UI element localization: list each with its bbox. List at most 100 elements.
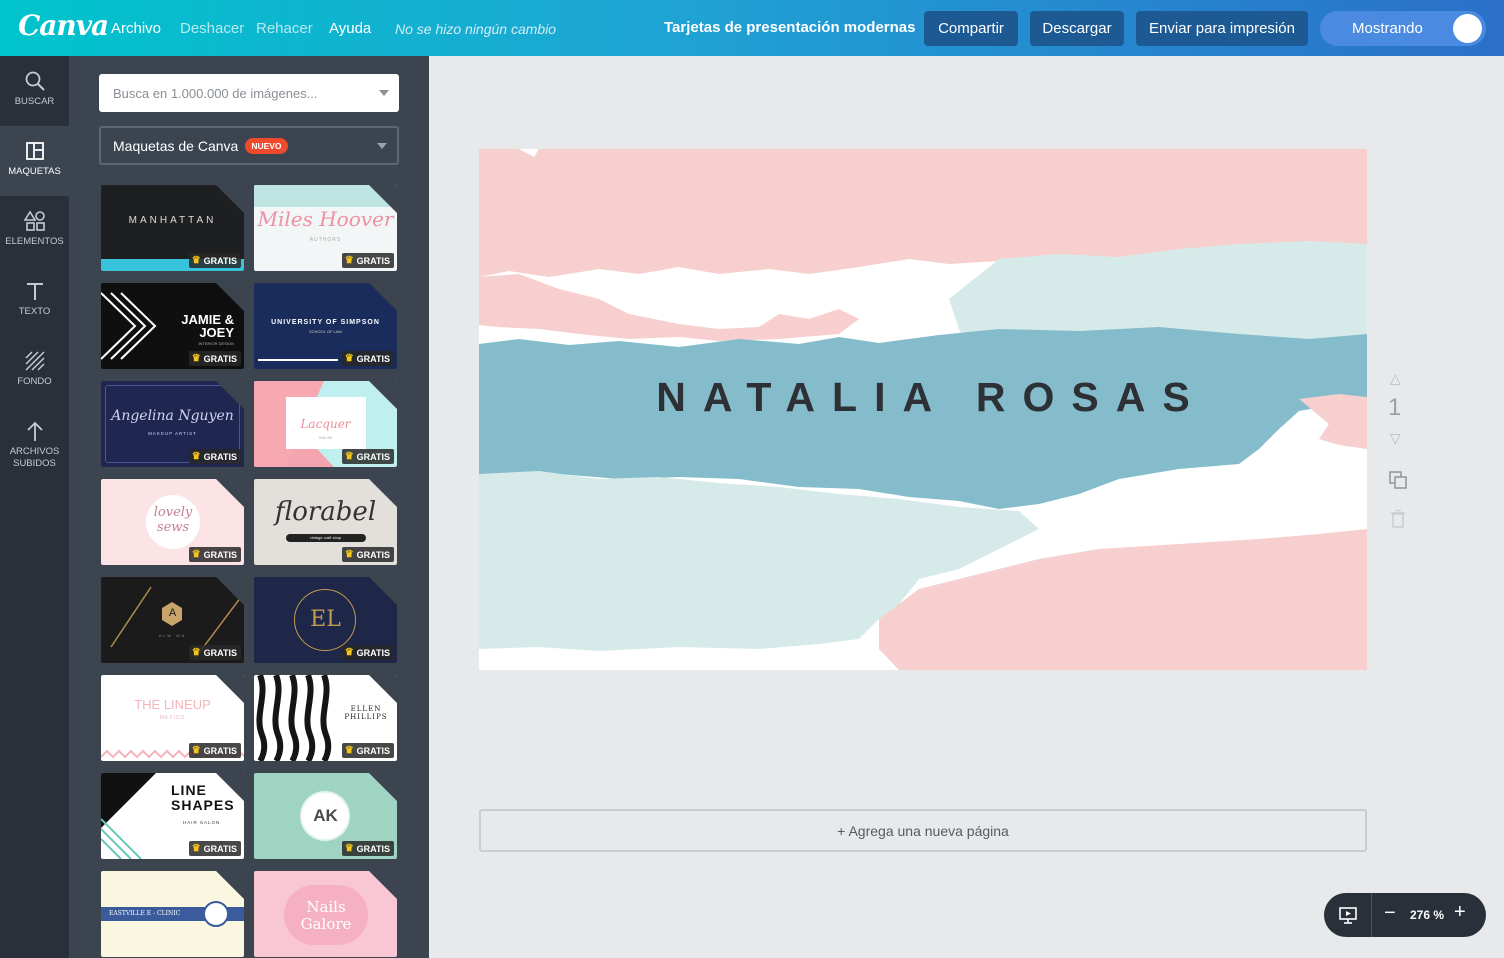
crown-icon: ♛ bbox=[191, 353, 201, 364]
free-badge: ♛ GRATIS bbox=[188, 547, 241, 562]
zoom-in-button[interactable]: + bbox=[1454, 901, 1466, 924]
template-subtitle: SCHOOL OF LAW bbox=[308, 329, 343, 334]
template-card[interactable]: A ALW MA ♛ GRATIS bbox=[101, 577, 244, 663]
free-badge: ♛ GRATIS bbox=[188, 841, 241, 856]
page-fold bbox=[216, 185, 244, 213]
page-fold bbox=[216, 871, 244, 899]
free-badge: ♛ GRATIS bbox=[341, 351, 394, 366]
template-subtitle: vintage craft shop bbox=[309, 535, 342, 540]
menu-help[interactable]: Ayuda bbox=[329, 20, 371, 37]
page-down-icon[interactable]: ▽ bbox=[1390, 430, 1401, 447]
menu-undo[interactable]: Deshacer bbox=[180, 20, 244, 37]
page-fold bbox=[369, 185, 397, 213]
layouts-icon bbox=[25, 142, 44, 160]
free-badge: ♛ GRATIS bbox=[188, 645, 241, 660]
chevron-down-icon[interactable] bbox=[379, 90, 389, 96]
page-fold bbox=[216, 381, 244, 409]
template-card[interactable]: Angelina Nguyen MAKEUP ARTIST ♛ GRATIS bbox=[101, 381, 244, 467]
page-fold bbox=[369, 773, 397, 801]
template-card[interactable]: AK ♛ GRATIS bbox=[254, 773, 397, 859]
page-fold bbox=[369, 283, 397, 311]
crown-icon: ♛ bbox=[344, 451, 354, 462]
template-subtitle: AUTHORS bbox=[309, 237, 342, 243]
template-subtitle: INTERIOR DESIGN bbox=[198, 341, 234, 346]
rail-label: MAQUETAS bbox=[8, 166, 61, 177]
document-title[interactable]: Tarjetas de presentación modernas bbox=[664, 19, 915, 36]
toggle-knob bbox=[1453, 14, 1482, 43]
search-icon bbox=[25, 71, 45, 91]
template-card[interactable]: Miles Hoover AUTHORS ♛ GRATIS bbox=[254, 185, 397, 271]
crown-icon: ♛ bbox=[191, 255, 201, 266]
new-badge: NUEVO bbox=[245, 137, 288, 154]
template-title: EASTVILLE E - CLINIC bbox=[109, 910, 181, 917]
crown-icon: ♛ bbox=[344, 255, 354, 266]
card-name-text[interactable]: NATALIA ROSAS bbox=[479, 149, 1367, 658]
page-up-icon[interactable]: △ bbox=[1390, 370, 1401, 387]
zoom-out-button[interactable]: − bbox=[1384, 902, 1396, 925]
template-card[interactable]: EL ♛ GRATIS bbox=[254, 577, 397, 663]
page-fold bbox=[216, 773, 244, 801]
left-rail: BUSCAR MAQUETAS ELEMENTOS TEXTO FONDO AR… bbox=[0, 56, 69, 958]
template-card[interactable]: Nails Galore bbox=[254, 871, 397, 957]
rail-item-text[interactable]: TEXTO bbox=[0, 266, 69, 336]
print-button[interactable]: Enviar para impresión bbox=[1136, 11, 1308, 46]
rail-label: BUSCAR bbox=[14, 96, 55, 107]
rail-item-uploads[interactable]: ARCHIVOS SUBIDOS bbox=[0, 406, 69, 486]
template-card[interactable]: Lacquer SALON ♛ GRATIS bbox=[254, 381, 397, 467]
download-button[interactable]: Descargar bbox=[1030, 11, 1124, 46]
page-fold bbox=[216, 283, 244, 311]
rail-label: ARCHIVOS SUBIDOS bbox=[9, 446, 60, 469]
rail-item-layouts[interactable]: MAQUETAS bbox=[0, 126, 69, 196]
template-card[interactable]: florabel vintage craft shop ♛ GRATIS bbox=[254, 479, 397, 565]
template-title: Lacquer bbox=[300, 417, 351, 431]
crown-icon: ♛ bbox=[191, 745, 201, 756]
template-card[interactable]: LINE SHAPES HAIR SALON ♛ GRATIS bbox=[101, 773, 244, 859]
free-badge: ♛ GRATIS bbox=[188, 743, 241, 758]
template-card[interactable]: MANHATTAN ♛ GRATIS bbox=[101, 185, 244, 271]
upload-icon bbox=[26, 421, 43, 441]
background-icon bbox=[24, 351, 45, 371]
template-title: EL bbox=[310, 607, 341, 632]
image-search-input[interactable]: Busca en 1.000.000 de imágenes... bbox=[99, 74, 399, 112]
design-page[interactable]: NATALIA ROSAS bbox=[479, 149, 1367, 670]
copy-page-icon[interactable] bbox=[1388, 470, 1408, 493]
canva-logo[interactable]: Canva bbox=[18, 9, 109, 42]
free-badge: ♛ GRATIS bbox=[188, 351, 241, 366]
crown-icon: ♛ bbox=[191, 451, 201, 462]
page-fold bbox=[369, 381, 397, 409]
template-title: Nails Galore bbox=[300, 898, 352, 933]
zoom-level[interactable]: 276 % bbox=[1410, 908, 1444, 922]
template-card[interactable]: EASTVILLE E - CLINIC bbox=[101, 871, 244, 957]
present-button[interactable] bbox=[1324, 893, 1372, 937]
template-source-select[interactable]: Maquetas de Canva NUEVO bbox=[99, 126, 399, 165]
share-button[interactable]: Compartir bbox=[924, 11, 1018, 46]
rail-item-elements[interactable]: ELEMENTOS bbox=[0, 196, 69, 266]
page-number: 1 bbox=[1388, 394, 1402, 421]
add-page-button[interactable]: + Agrega una nueva página bbox=[479, 809, 1367, 852]
delete-page-icon[interactable] bbox=[1390, 510, 1406, 531]
template-title: ELLEN PHILLIPS bbox=[344, 705, 388, 721]
rail-item-search[interactable]: BUSCAR bbox=[0, 56, 69, 126]
search-placeholder: Busca en 1.000.000 de imágenes... bbox=[113, 85, 318, 101]
template-card[interactable]: ELLEN PHILLIPS ♛ GRATIS bbox=[254, 675, 397, 761]
template-card[interactable]: JAMIE & JOEY INTERIOR DESIGN ♛ GRATIS bbox=[101, 283, 244, 369]
crown-icon: ♛ bbox=[344, 843, 354, 854]
crown-icon: ♛ bbox=[191, 549, 201, 560]
showing-toggle[interactable]: Mostrando bbox=[1320, 11, 1486, 46]
page-fold bbox=[216, 577, 244, 605]
page-fold bbox=[369, 479, 397, 507]
rail-item-background[interactable]: FONDO bbox=[0, 336, 69, 406]
present-icon bbox=[1338, 907, 1357, 924]
free-badge: ♛ GRATIS bbox=[188, 253, 241, 268]
top-bar: Canva Archivo Deshacer Rehacer Ayuda No … bbox=[0, 0, 1504, 56]
page-fold bbox=[216, 479, 244, 507]
menu-redo[interactable]: Rehacer bbox=[256, 20, 313, 37]
free-badge: ♛ GRATIS bbox=[341, 547, 394, 562]
template-card[interactable]: UNIVERSITY OF SIMPSON SCHOOL OF LAW ♛ GRA… bbox=[254, 283, 397, 369]
template-card[interactable]: lovely sews ♛ GRATIS bbox=[101, 479, 244, 565]
free-badge: ♛ GRATIS bbox=[341, 449, 394, 464]
menu-archivo[interactable]: Archivo bbox=[111, 20, 161, 37]
template-title: Angelina Nguyen bbox=[111, 408, 234, 424]
template-subtitle: SALON bbox=[318, 435, 333, 440]
template-card[interactable]: THE LINEUP MEXICO ♛ GRATIS bbox=[101, 675, 244, 761]
